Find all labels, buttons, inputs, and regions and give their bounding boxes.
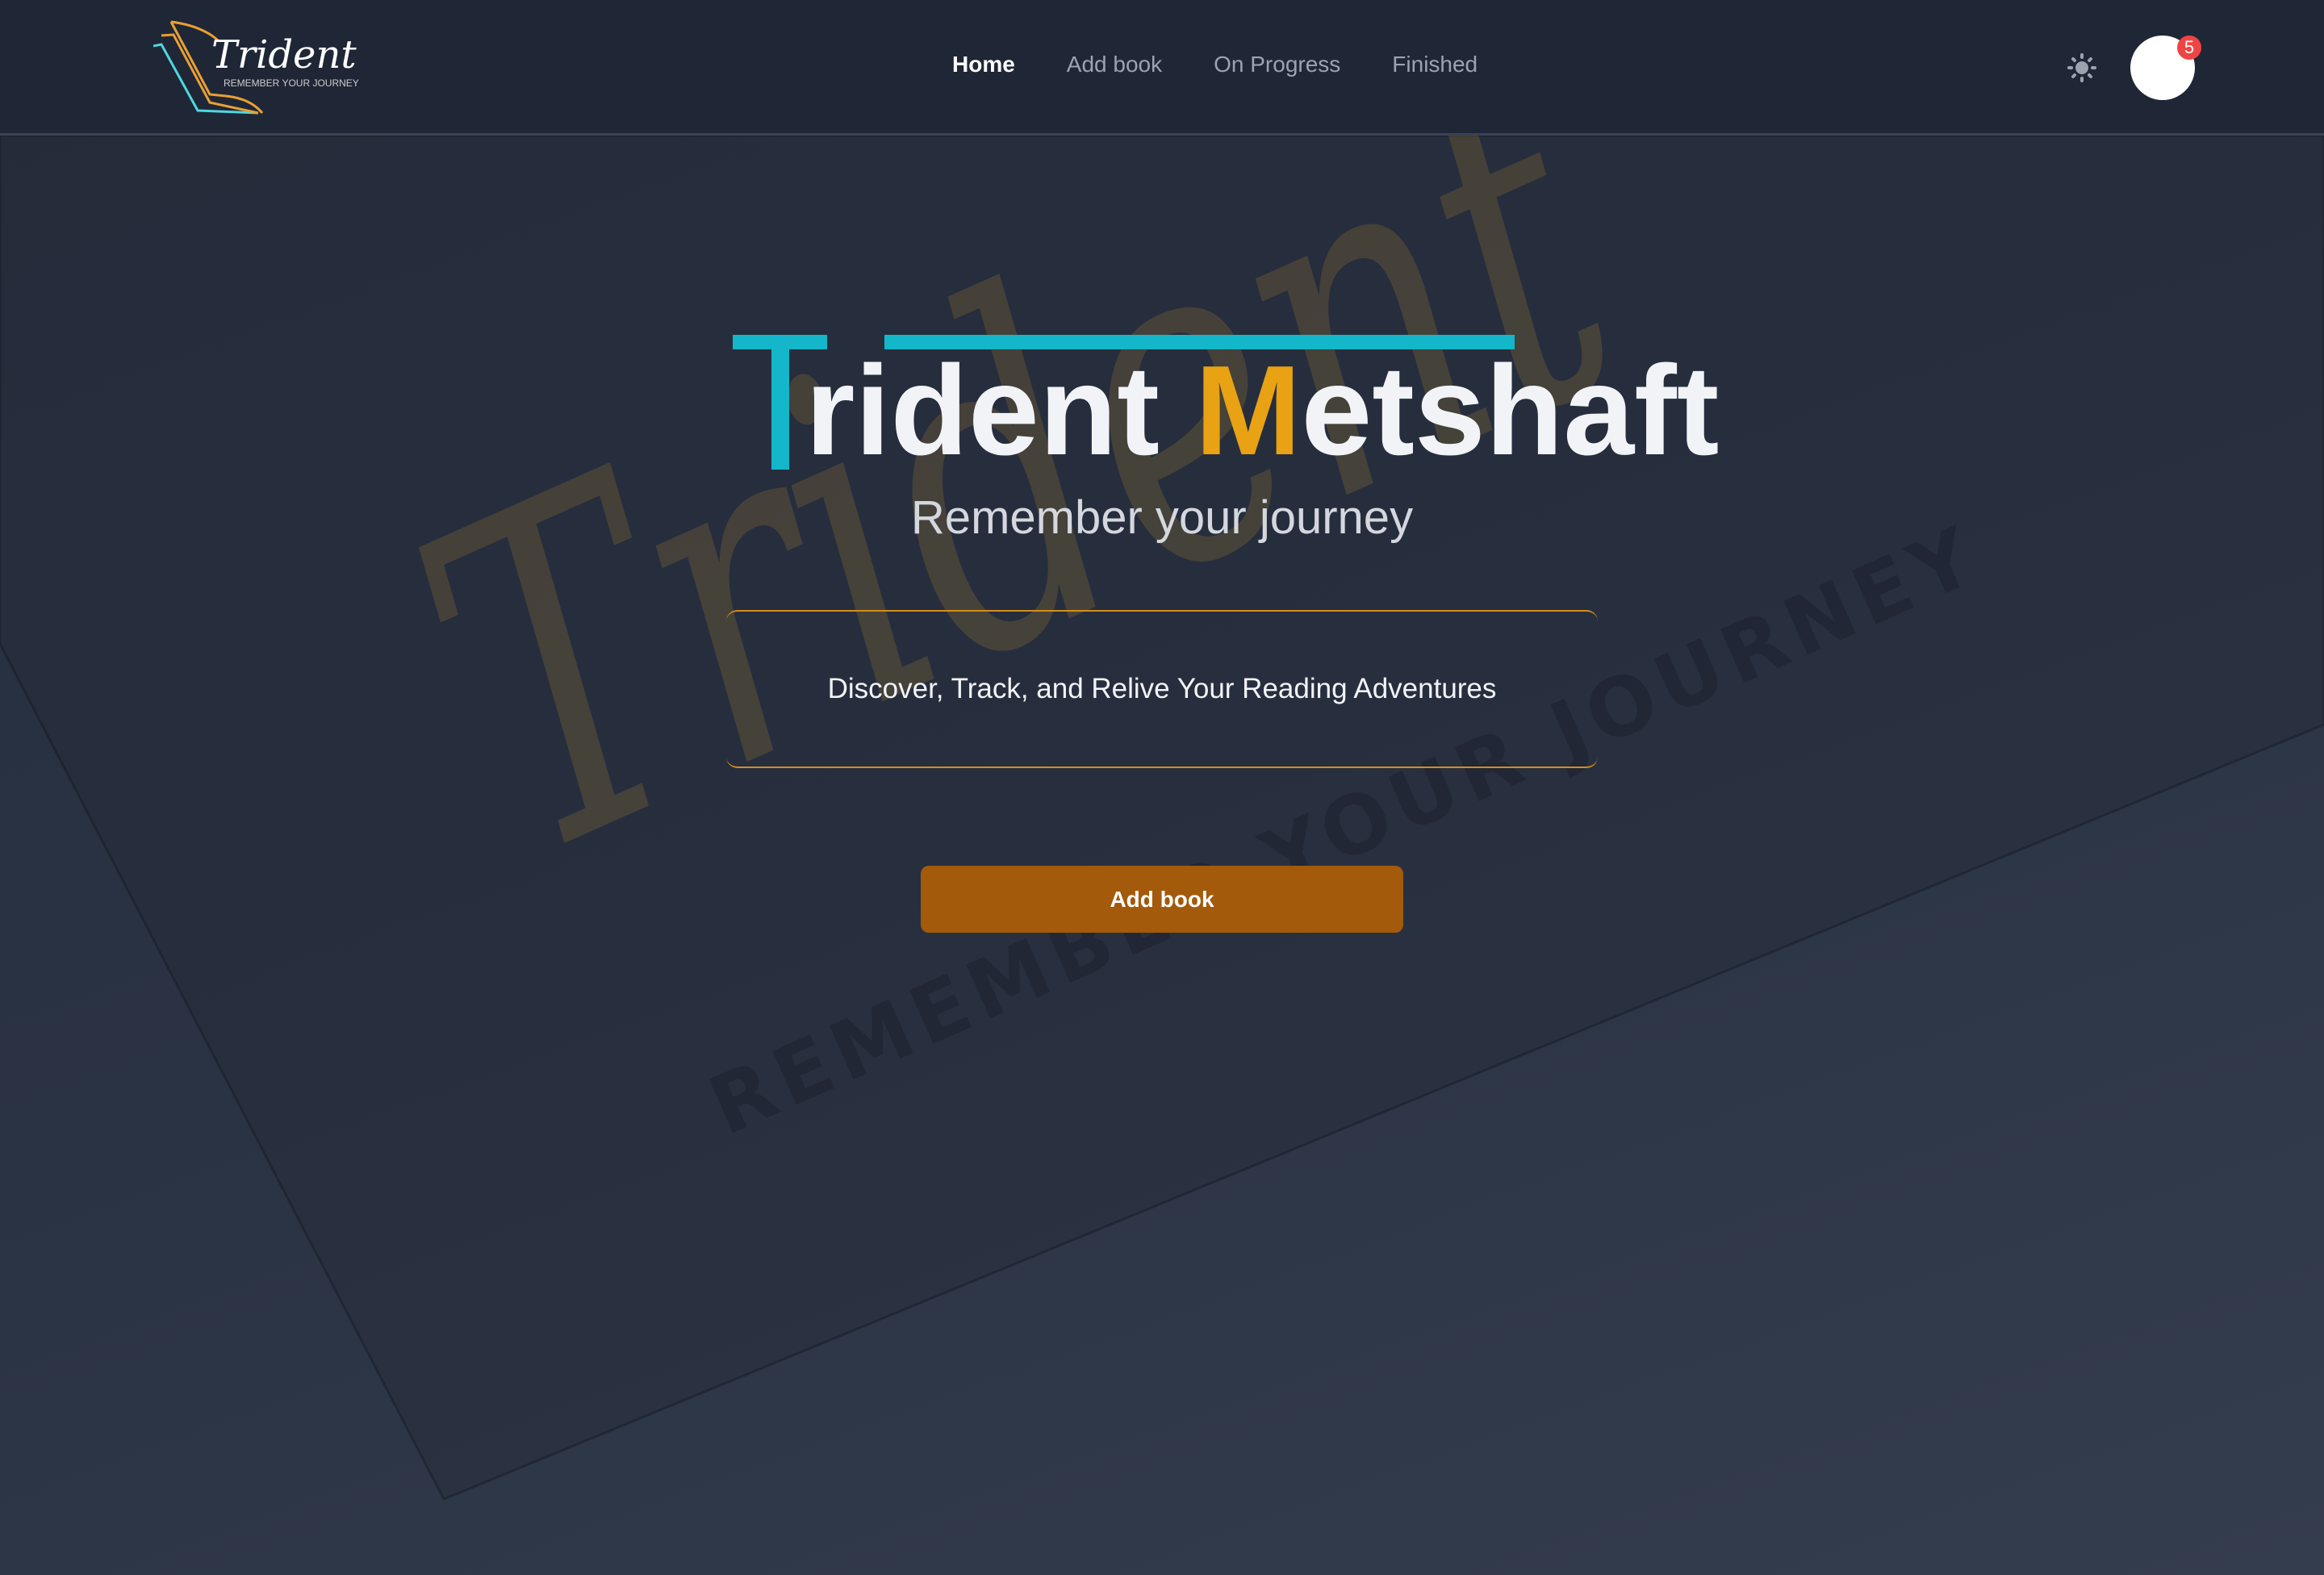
logo-name: Trident	[211, 32, 357, 77]
nav-finished[interactable]: Finished	[1392, 52, 1478, 77]
title-accent-letter: M	[1194, 340, 1302, 482]
nav-menu: Home Add book On Progress Finished	[952, 52, 1478, 77]
notification-badge: 5	[2177, 36, 2201, 60]
add-book-button[interactable]: Add book	[921, 866, 1403, 933]
hero-description-box: Discover, Track, and Relive Your Reading…	[726, 610, 1598, 768]
nav-on-progress[interactable]: On Progress	[1214, 52, 1340, 77]
sun-icon[interactable]	[2067, 53, 2096, 82]
hero-description: Discover, Track, and Relive Your Reading…	[827, 673, 1497, 704]
watermark-tagline: REMEMBER YOUR JOURNEY	[696, 509, 1988, 1154]
watermark-script-logo: Trident	[358, 136, 1679, 957]
nav-home[interactable]: Home	[952, 52, 1015, 77]
logo-tagline: REMEMBER YOUR JOURNEY	[224, 77, 359, 89]
navbar: Trident REMEMBER YOUR JOURNEY Home Add b…	[0, 0, 2324, 136]
hero-subtitle: Remember your journey	[910, 491, 1414, 544]
nav-add-book[interactable]: Add book	[1067, 52, 1162, 77]
hero-title: rident Metshaft	[805, 340, 1720, 482]
